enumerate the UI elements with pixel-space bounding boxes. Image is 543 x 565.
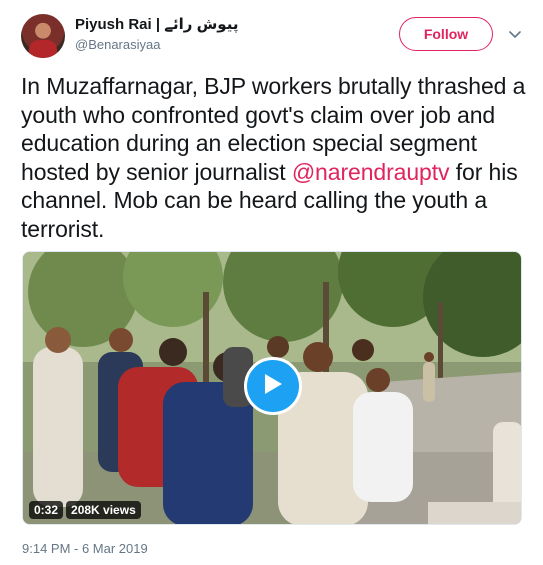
tweet-card: Piyush Rai | پیوش رائے @Benarasiyaa Foll… (0, 0, 543, 565)
play-icon (262, 372, 284, 401)
avatar[interactable] (21, 14, 65, 58)
video-duration: 0:32 (29, 501, 64, 519)
display-name[interactable]: Piyush Rai | پیوش رائے (75, 15, 238, 33)
chevron-down-icon[interactable] (507, 27, 523, 43)
video-badges: 0:32 208K views (29, 501, 141, 519)
mention-text-tail[interactable]: v (438, 159, 450, 185)
mention-link[interactable]: @narendrauptv (292, 159, 450, 185)
author-handle[interactable]: @Benarasiyaa (75, 37, 160, 52)
mention-text[interactable]: @narendraupt (292, 159, 438, 185)
author-name-row[interactable]: Piyush Rai | پیوش رائے (75, 15, 238, 33)
view-count: 208K views (66, 501, 141, 519)
play-button[interactable] (244, 357, 302, 415)
tweet-text: In Muzaffarnagar, BJP workers brutally t… (21, 72, 531, 243)
tweet-timestamp[interactable]: 9:14 PM - 6 Mar 2019 (22, 541, 148, 556)
follow-button[interactable]: Follow (399, 17, 493, 51)
